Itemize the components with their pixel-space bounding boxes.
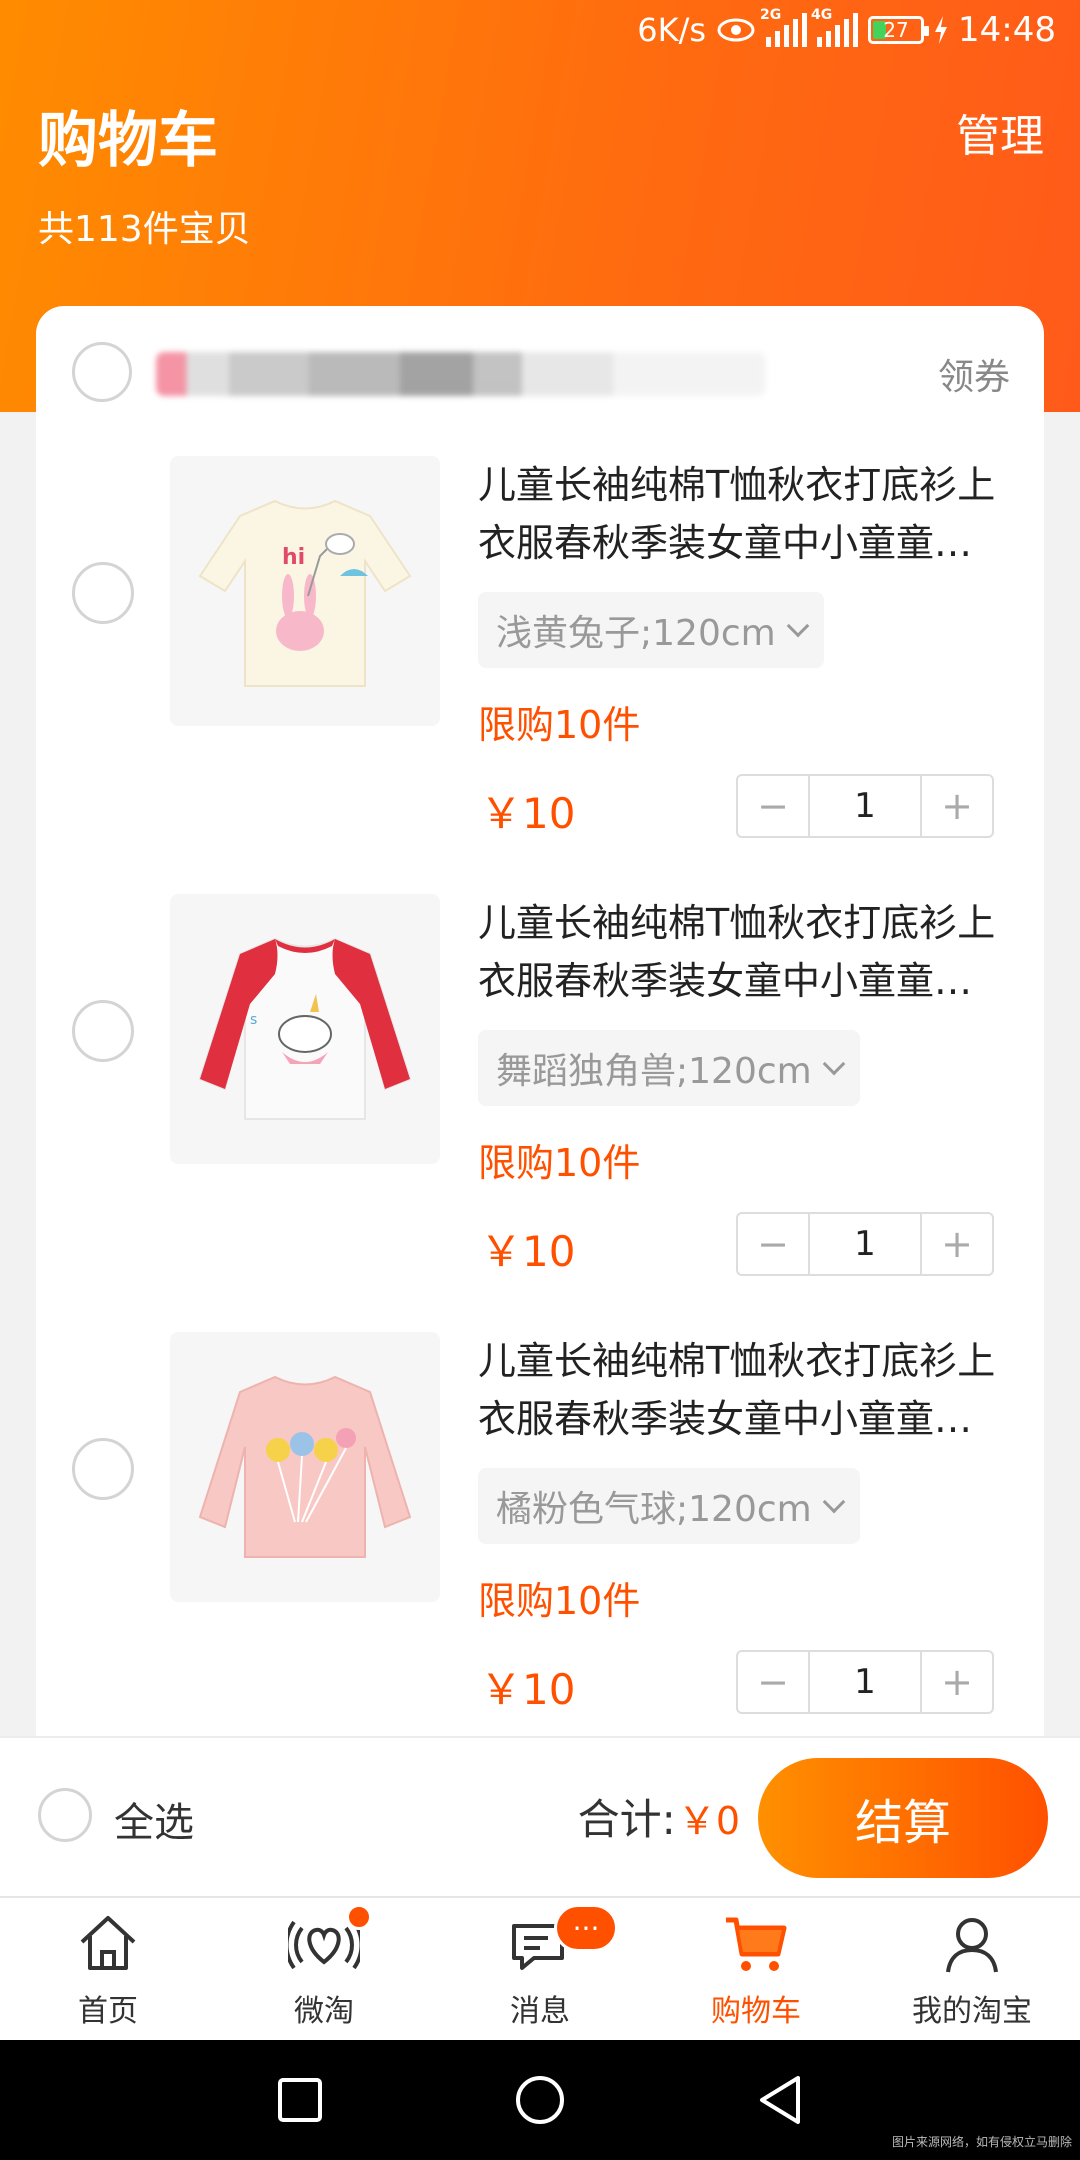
chevron-down-icon [822, 1490, 846, 1514]
tshirt-image: hi [198, 499, 412, 687]
sku-selector[interactable]: 舞蹈独角兽;120cm [478, 1030, 860, 1106]
tab-label: 消息 [510, 1994, 570, 2029]
tab-messages[interactable]: ··· 消息 [432, 1898, 648, 2042]
quantity-stepper: − 1 + [736, 1650, 994, 1714]
svg-text:hi: hi [282, 545, 305, 570]
quantity-value[interactable]: 1 [808, 1214, 922, 1274]
notification-dot [346, 1904, 372, 1930]
tab-label: 微淘 [294, 1994, 354, 2029]
sku-selector[interactable]: 浅黄兔子;120cm [478, 592, 824, 668]
item-select-radio[interactable] [72, 1000, 134, 1062]
home-circle-icon[interactable] [510, 2070, 570, 2130]
cart-item: ꜱ 儿童长袖纯棉T恤秋衣打底衫上衣服春秋季装女童中小童童… 舞蹈独角兽;120c… [36, 894, 1044, 1334]
cart-count: 共113件宝贝 [38, 209, 251, 250]
product-title[interactable]: 儿童长袖纯棉T恤秋衣打底衫上衣服春秋季装女童中小童童… [478, 456, 1018, 572]
price: ￥10 [480, 1665, 576, 1714]
purchase-limit: 限购10件 [478, 1141, 641, 1185]
decrease-button[interactable]: − [738, 1652, 808, 1712]
back-triangle-icon[interactable] [750, 2070, 810, 2130]
signal-sim1-icon: 2G [760, 7, 808, 47]
home-icon [80, 1916, 136, 1970]
total-label: 合计: [577, 1795, 676, 1844]
bottom-tab-bar: 首页 微淘 ··· 消息 购物车 我的淘宝 [0, 1896, 1080, 2040]
chevron-down-icon [822, 1052, 846, 1076]
checkout-bar: 全选 合计: ￥0 结算 [0, 1736, 1080, 1896]
quantity-value[interactable]: 1 [808, 1652, 922, 1712]
tab-label: 购物车 [711, 1994, 801, 2029]
cart-item: hi 儿童长袖纯棉T恤秋衣打底衫上衣服春秋季装女童中小童童… 浅黄兔子;120c… [36, 456, 1044, 896]
sku-label: 橘粉色气球;120cm [496, 1489, 812, 1530]
signal-sim2-icon: 4G [811, 7, 859, 47]
product-title[interactable]: 儿童长袖纯棉T恤秋衣打底衫上衣服春秋季装女童中小童童… [478, 894, 1018, 1010]
tshirt-image: ꜱ [198, 937, 412, 1120]
manage-button[interactable]: 管理 [956, 100, 1044, 164]
shop-select-radio[interactable] [72, 342, 132, 402]
sku-selector[interactable]: 橘粉色气球;120cm [478, 1468, 860, 1544]
shop-header: 领券 [36, 306, 1044, 436]
decrease-button[interactable]: − [738, 1214, 808, 1274]
battery-icon: 27 [868, 16, 930, 44]
shop-name-blurred[interactable] [156, 352, 766, 396]
total: 合计: ￥0 [578, 1786, 740, 1847]
user-icon [946, 1918, 998, 1973]
increase-button[interactable]: + [922, 776, 992, 836]
charging-icon [935, 16, 948, 44]
tab-my-taobao[interactable]: 我的淘宝 [864, 1898, 1080, 2042]
watermark: 图片来源网络，如有侵权立马删除 [891, 2135, 1072, 2149]
sku-label: 浅黄兔子;120cm [496, 613, 776, 654]
tab-label: 首页 [78, 1994, 138, 2029]
page-title: 购物车 [38, 106, 218, 176]
select-all-label[interactable]: 全选 [114, 1790, 194, 1848]
product-image[interactable]: hi [170, 456, 440, 726]
cart-item: 儿童长袖纯棉T恤秋衣打底衫上衣服春秋季装女童中小童童… 橘粉色气球;120cm … [36, 1332, 1044, 1736]
cart-icon [726, 1917, 787, 1971]
quantity-value[interactable]: 1 [808, 776, 922, 836]
quantity-stepper: − 1 + [736, 774, 994, 838]
increase-button[interactable]: + [922, 1214, 992, 1274]
system-nav-bar: 图片来源网络，如有侵权立马删除 [0, 2040, 1080, 2160]
clock: 14:48 [958, 10, 1056, 50]
tshirt-image [198, 1375, 412, 1558]
item-select-radio[interactable] [72, 562, 134, 624]
price: ￥10 [480, 1227, 576, 1276]
tab-home[interactable]: 首页 [0, 1898, 216, 2042]
chevron-down-icon [786, 614, 810, 638]
checkout-button[interactable]: 结算 [758, 1758, 1048, 1878]
tab-cart[interactable]: 购物车 [648, 1898, 864, 2042]
recents-icon[interactable] [270, 2070, 330, 2130]
item-select-radio[interactable] [72, 1438, 134, 1500]
sku-label: 舞蹈独角兽;120cm [496, 1051, 812, 1092]
tab-label: 我的淘宝 [912, 1994, 1032, 2029]
eye-icon [717, 18, 755, 42]
decrease-button[interactable]: − [738, 776, 808, 836]
increase-button[interactable]: + [922, 1652, 992, 1712]
product-image[interactable]: ꜱ [170, 894, 440, 1164]
price: ￥10 [480, 789, 576, 838]
svg-text:ꜱ: ꜱ [250, 1012, 257, 1028]
message-badge: ··· [554, 1904, 618, 1952]
purchase-limit: 限购10件 [478, 1579, 641, 1623]
product-title[interactable]: 儿童长袖纯棉T恤秋衣打底衫上衣服春秋季装女童中小童童… [478, 1332, 1018, 1448]
purchase-limit: 限购10件 [478, 703, 641, 747]
status-bar: 6K/s 2G 4G 27 14:48 [0, 0, 1080, 72]
net-speed: 6K/s [637, 11, 707, 49]
tab-weitao[interactable]: 微淘 [216, 1898, 432, 2042]
quantity-stepper: − 1 + [736, 1212, 994, 1276]
total-value: ￥0 [677, 1799, 740, 1843]
shop-card: 领券 hi 儿童长袖纯棉T恤秋衣打底衫上衣服春秋季装女童中小童童… 浅黄兔子;1… [36, 306, 1044, 1736]
select-all-radio[interactable] [38, 1788, 92, 1842]
coupon-button[interactable]: 领券 [938, 348, 1010, 400]
product-image[interactable] [170, 1332, 440, 1602]
